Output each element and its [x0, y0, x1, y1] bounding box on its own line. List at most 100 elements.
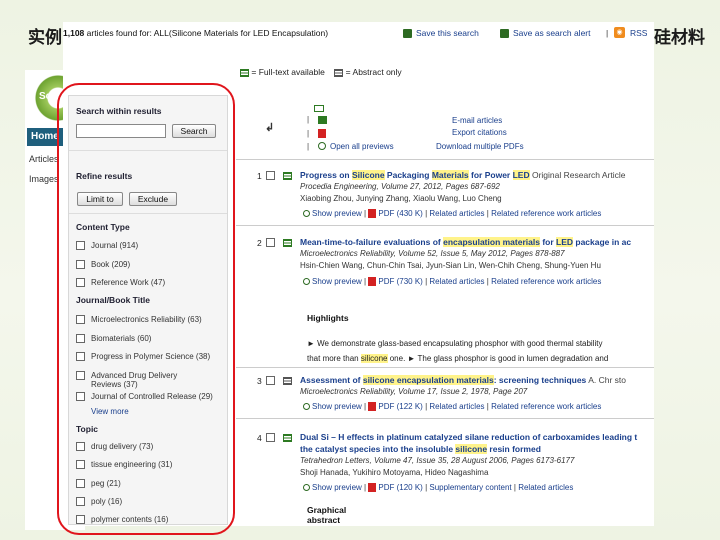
result-number: 3: [257, 376, 262, 386]
article-type: Original Research Article: [529, 170, 626, 180]
related-reference-link[interactable]: Related reference work articles: [491, 277, 601, 286]
show-preview-link[interactable]: Show preview: [312, 483, 362, 492]
bulk-select-arrow-icon[interactable]: ↲: [265, 121, 274, 134]
results-divider: [236, 159, 654, 160]
title-part: Mean-time-to-failure evaluations of: [300, 237, 444, 247]
pdf-icon: [368, 277, 377, 287]
related-articles-link[interactable]: Related articles: [429, 277, 484, 286]
full-text-legend: = Full-text available: [251, 67, 325, 77]
result-title-link[interactable]: Mean-time-to-failure evaluations of enca…: [300, 237, 631, 247]
access-legend: = Full-text available = Abstract only: [240, 67, 402, 77]
result-links: Show preview | PDF (122 K) | Related art…: [303, 402, 601, 412]
related-reference-link[interactable]: Related reference work articles: [491, 402, 601, 411]
result-title-link[interactable]: Dual Si – H effects in platinum catalyze…: [300, 432, 637, 442]
pdf-link[interactable]: PDF (430 K): [378, 209, 422, 218]
result-checkbox[interactable]: [266, 433, 275, 442]
email-icon: [314, 105, 324, 112]
result-number: 2: [257, 238, 262, 248]
download-pdfs-link[interactable]: Download multiple PDFs: [436, 142, 524, 151]
title-highlight: silicone: [455, 444, 488, 454]
title-part: for: [539, 237, 557, 247]
show-preview-link[interactable]: Show preview: [312, 209, 362, 218]
results-divider: [236, 225, 654, 226]
full-text-icon: [283, 239, 292, 247]
highlight-term: silicone: [360, 354, 388, 363]
highlight-line: ► We demonstrate glass-based encapsulati…: [307, 339, 603, 348]
actions-separator: |: [307, 115, 310, 124]
slide-title-right: 硅材料: [654, 28, 705, 48]
result-source: Microelectronics Reliability, Volume 17,…: [300, 387, 528, 396]
result-number: 1: [257, 171, 262, 181]
save-search-link[interactable]: Save this search: [416, 28, 479, 38]
pdf-icon: [368, 209, 377, 219]
title-part: for Power: [468, 170, 513, 180]
title-part: Progress on: [300, 170, 352, 180]
result-authors: Xiaobing Zhou, Junying Zhang, Xiaolu Wan…: [300, 194, 502, 203]
full-text-icon: [283, 172, 292, 180]
result-checkbox[interactable]: [266, 171, 275, 180]
rss-icon[interactable]: ◉: [614, 27, 625, 38]
nav-images[interactable]: Images: [29, 174, 59, 184]
supplementary-link[interactable]: Supplementary content: [429, 483, 511, 492]
actions-separator: |: [307, 142, 310, 151]
result-title-link-line2[interactable]: the catalyst species into the insoluble …: [300, 444, 541, 454]
title-highlight: Silicone: [351, 170, 385, 180]
title-part: Dual Si – H effects in platinum catalyze…: [300, 432, 638, 442]
nav-articles[interactable]: Articles: [29, 154, 59, 164]
show-preview-link[interactable]: Show preview: [312, 402, 362, 411]
rss-link[interactable]: RSS: [630, 28, 647, 38]
title-part: the catalyst species into the insoluble: [300, 444, 456, 454]
title-highlight: Materials: [431, 170, 469, 180]
sidebar-highlight-annotation: [57, 83, 235, 535]
title-part: package in ac: [573, 237, 632, 247]
preview-icon: [303, 484, 310, 492]
pdf-link[interactable]: PDF (122 K): [378, 402, 422, 411]
actions-separator: |: [307, 129, 310, 138]
related-articles-link[interactable]: Related articles: [429, 209, 484, 218]
export-citations-link[interactable]: Export citations: [452, 128, 507, 137]
results-count-number: 1,108: [63, 28, 85, 38]
preview-icon: [303, 403, 310, 411]
pdf-icon: [318, 129, 326, 138]
result-links: Show preview | PDF (430 K) | Related art…: [303, 209, 601, 219]
results-divider: [236, 367, 654, 368]
toolbar-separator: |: [606, 28, 609, 38]
results-query: articles found for: ALL(Silicone Materia…: [84, 28, 329, 38]
related-articles-link[interactable]: Related articles: [518, 483, 573, 492]
result-source: Procedia Engineering, Volume 27, 2012, P…: [300, 182, 500, 191]
open-previews-link[interactable]: Open all previews: [330, 142, 394, 151]
save-alert-link[interactable]: Save as search alert: [513, 28, 590, 38]
result-links: Show preview | PDF (730 K) | Related art…: [303, 277, 601, 287]
result-source: Tetrahedron Letters, Volume 47, Issue 35…: [300, 456, 575, 465]
full-text-icon: [283, 434, 292, 442]
pdf-icon: [368, 483, 377, 493]
pdf-link[interactable]: PDF (730 K): [378, 277, 422, 286]
title-highlight: encapsulation materials: [443, 237, 540, 247]
result-title-link[interactable]: Assessment of silicone encapsulation mat…: [300, 375, 626, 385]
result-source: Microelectronics Reliability, Volume 52,…: [300, 249, 565, 258]
title-highlight: LED: [512, 170, 530, 180]
results-divider: [236, 418, 654, 419]
abstract-icon: [334, 68, 344, 77]
title-highlight: silicone encapsulation materials: [362, 375, 494, 385]
abstract-legend: = Abstract only: [345, 67, 402, 77]
pdf-link[interactable]: PDF (120 K): [378, 483, 422, 492]
result-number: 4: [257, 433, 262, 443]
result-title-link[interactable]: Progress on Silicone Packaging Materials…: [300, 170, 626, 180]
title-part: Packaging: [384, 170, 432, 180]
related-articles-link[interactable]: Related articles: [429, 402, 484, 411]
result-authors: Hsin-Chien Wang, Chun-Chin Tsai, Jyun-Si…: [300, 261, 601, 270]
show-preview-link[interactable]: Show preview: [312, 277, 362, 286]
highlight-text: that more than: [307, 354, 361, 363]
export-icon: [318, 116, 327, 124]
full-text-icon: [240, 68, 249, 77]
result-checkbox[interactable]: [266, 238, 275, 247]
preview-icon: [318, 142, 326, 150]
title-part: Assessment of: [300, 375, 363, 385]
alert-icon: [500, 29, 509, 38]
result-authors: Shoji Hanada, Yukihiro Motoyama, Hideo N…: [300, 468, 489, 477]
email-articles-link[interactable]: E-mail articles: [452, 116, 502, 125]
title-highlight: LED: [556, 237, 574, 247]
result-checkbox[interactable]: [266, 376, 275, 385]
related-reference-link[interactable]: Related reference work articles: [491, 209, 601, 218]
